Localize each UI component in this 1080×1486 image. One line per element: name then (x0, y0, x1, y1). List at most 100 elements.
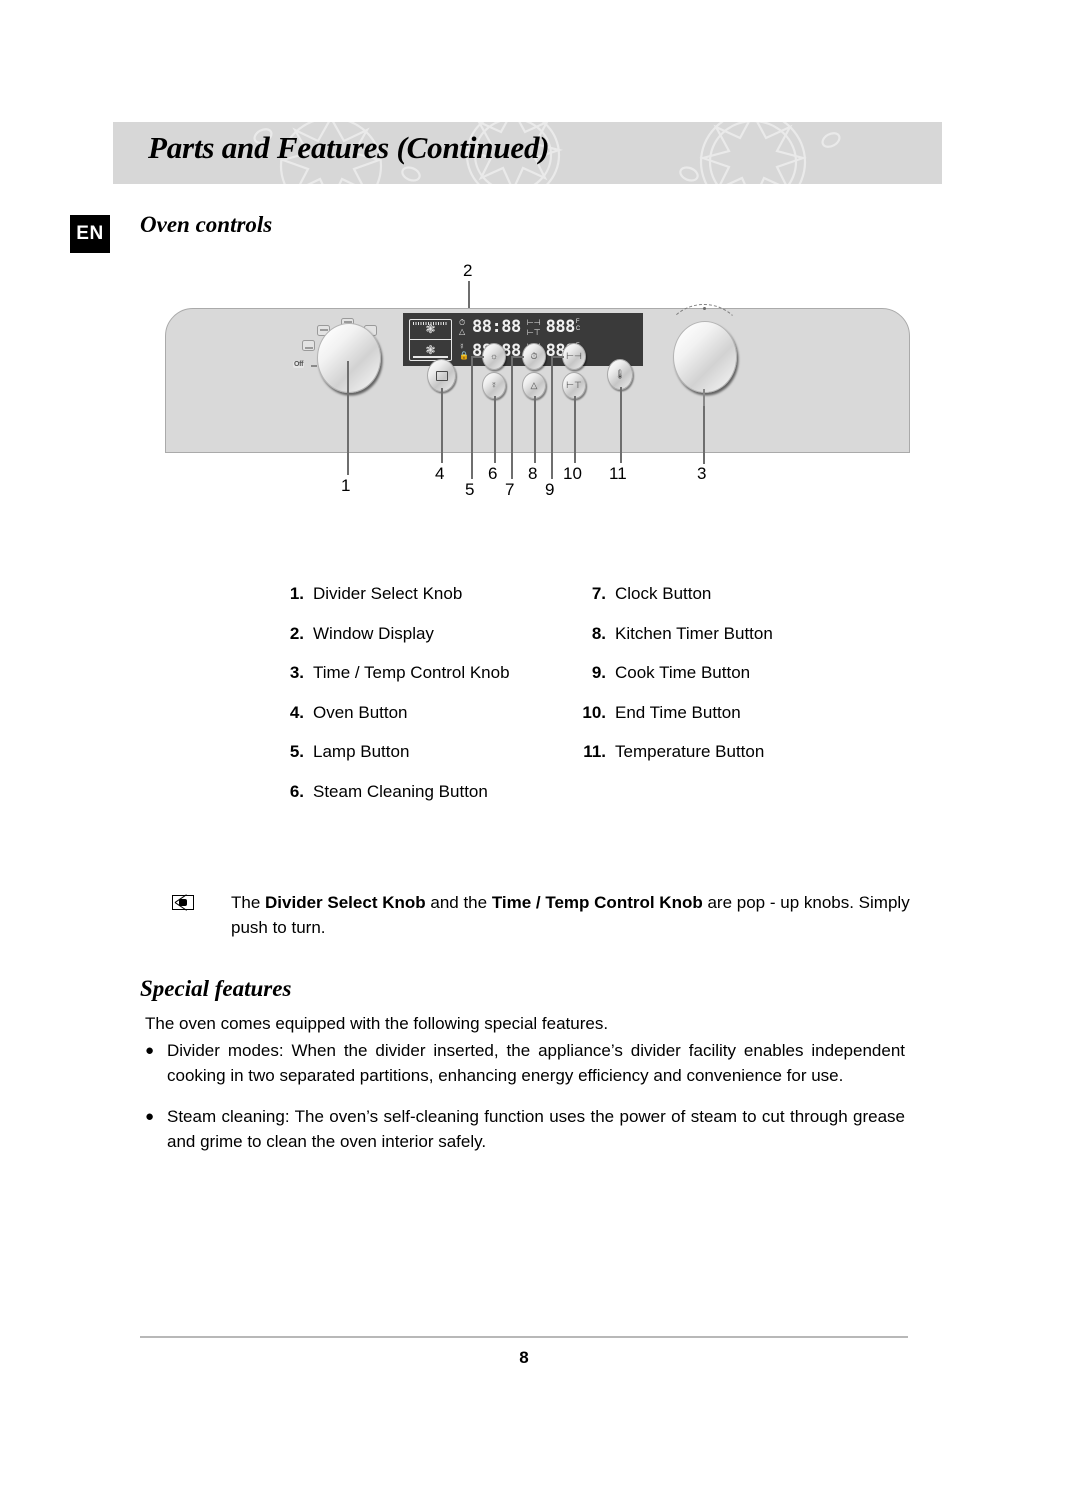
part-number: 7. (591, 584, 606, 603)
callout-number-10: 10 (563, 464, 582, 483)
cook-time-button-icon: ⊢⊣ (566, 351, 582, 361)
temp-knob-arc-dot (703, 307, 706, 310)
callout-number-3: 3 (697, 464, 707, 483)
fan-icon-upper: ❃ (425, 322, 436, 337)
part-number: 5. (289, 742, 304, 761)
leader-line-7-v (511, 356, 513, 479)
time-temp-control-knob[interactable] (673, 321, 737, 393)
steam-cleaning-button[interactable]: ☿ (482, 372, 506, 399)
lamp-button[interactable]: ☼ (482, 343, 506, 370)
list-item: 6. Steam Cleaning Button (278, 781, 578, 803)
lcd-units-upper: F C (576, 319, 580, 333)
part-label: End Time Button (615, 702, 741, 722)
end-time-button[interactable]: ⊢⊤ (562, 372, 586, 399)
temp-knob-pointer (703, 389, 705, 406)
leader-line-9-h (551, 356, 564, 358)
list-item: 1. Divider Select Knob (278, 583, 578, 605)
section-title-oven-controls: Oven controls (140, 212, 273, 237)
list-item: 11. Temperature Button (580, 741, 880, 763)
part-label: Cook Time Button (615, 663, 751, 682)
unit-celsius-upper: C (575, 326, 581, 332)
page-number: 8 (519, 1348, 529, 1367)
callout-number-5: 5 (465, 480, 475, 499)
lcd-upper-bracket-icons: ⊢⊣ ⊢⊤ (526, 317, 541, 337)
clock-icon: ⏱ (459, 318, 466, 327)
list-item: ● Steam cleaning: The oven’s self-cleani… (145, 1104, 905, 1154)
cook-time-icon-upper: ⊢⊣ (526, 317, 541, 327)
leader-line-1 (347, 361, 349, 475)
leader-line-7-h (511, 356, 524, 358)
clock-button[interactable]: ⏱ (522, 343, 546, 370)
part-label: Time / Temp Control Knob (313, 663, 510, 682)
list-item: 3. Time / Temp Control Knob (278, 662, 578, 684)
callout-number-6: 6 (488, 464, 498, 483)
clock-button-icon: ⏱ (530, 351, 538, 361)
steam-cleaning-icon: ☿ (490, 380, 498, 390)
part-number: 11. (583, 742, 606, 761)
divider-mode-icon-bottom (302, 340, 315, 351)
part-label: Window Display (313, 623, 434, 643)
temperature-button[interactable]: 🌡 (607, 359, 633, 390)
special-feature-text: Steam cleaning: The oven’s self-cleaning… (167, 1107, 905, 1151)
lock-icon: 🔒 (459, 351, 469, 360)
part-label: Temperature Button (615, 742, 765, 761)
leader-line-11 (620, 387, 622, 463)
parts-list-left-column: 1. Divider Select Knob 2. Window Display… (278, 583, 578, 820)
kitchen-timer-bell-icon: △ (530, 380, 538, 390)
page-title: Parts and Features (Continued) (148, 130, 550, 165)
unit-fahrenheit-upper: F (575, 319, 580, 325)
knob-off-label: Off (293, 361, 305, 368)
list-item: 10. End Time Button (580, 702, 880, 724)
fan-icon-lower: ❃ (425, 342, 436, 357)
lcd-temperature-upper: 888 (545, 317, 576, 337)
leader-line-5-v (471, 356, 473, 479)
part-number: 3. (289, 663, 304, 682)
leader-line-6 (494, 396, 496, 463)
envelope-icon (172, 895, 194, 910)
kitchen-timer-button[interactable]: △ (522, 372, 546, 399)
knob-off-tick (311, 365, 317, 367)
list-item: 7. Clock Button (580, 583, 880, 605)
list-item: 5. Lamp Button (278, 741, 578, 763)
section-title-special-features: Special features (140, 976, 292, 1001)
note-bold-2: Time / Temp Control Knob (491, 893, 703, 912)
part-number: 1. (289, 584, 304, 603)
bullet-icon: ● (145, 1042, 155, 1059)
end-time-icon-upper: ⊢⊤ (526, 327, 541, 337)
part-label: Clock Button (615, 584, 712, 603)
note-part-2: and the (425, 893, 492, 912)
callout-number-1: 1 (341, 476, 351, 495)
bullet-icon: ● (145, 1108, 155, 1125)
part-label: Lamp Button (313, 742, 410, 761)
callout-number-2: 2 (463, 261, 473, 280)
leader-line-10 (574, 396, 576, 463)
note-part-1: The (231, 893, 266, 912)
part-label: Oven Button (313, 702, 408, 722)
divider-select-knob[interactable] (317, 323, 381, 393)
note-text: The Divider Select Knob and the Time / T… (231, 890, 912, 940)
part-number: 4. (289, 702, 304, 722)
bell-icon: △ (459, 327, 466, 336)
lcd-time-upper: 88:88 (472, 317, 521, 337)
leader-line-5-h (471, 356, 484, 358)
special-feature-text: Divider modes: When the divider inserted… (167, 1041, 905, 1085)
callout-number-9: 9 (545, 480, 555, 499)
list-item: 8. Kitchen Timer Button (580, 623, 880, 645)
end-time-button-icon: ⊢⊤ (566, 380, 582, 390)
part-number: 10. (582, 702, 606, 722)
oven-square-icon (435, 370, 448, 381)
list-item: ● Divider modes: When the divider insert… (145, 1038, 905, 1088)
part-label: Kitchen Timer Button (615, 623, 773, 643)
language-badge: EN (70, 215, 110, 253)
parts-list-right-column: 7. Clock Button 8. Kitchen Timer Button … (580, 583, 880, 781)
lcd-row-upper: ⏱ △ 88:88 ⊢⊣ ⊢⊤ 888 F C (459, 317, 637, 338)
note-bold-1: Divider Select Knob (265, 893, 426, 912)
lcd-lower-status-icons: ☿ 🔒 (459, 343, 469, 360)
special-features-list: ● Divider modes: When the divider insert… (145, 1038, 905, 1170)
lamp-icon: ☼ (489, 351, 499, 361)
callout-number-7: 7 (505, 480, 515, 499)
leader-line-8 (534, 396, 536, 463)
cook-time-button[interactable]: ⊢⊣ (562, 343, 586, 370)
list-item: 4. Oven Button (278, 702, 578, 724)
leader-line-4 (441, 388, 443, 463)
